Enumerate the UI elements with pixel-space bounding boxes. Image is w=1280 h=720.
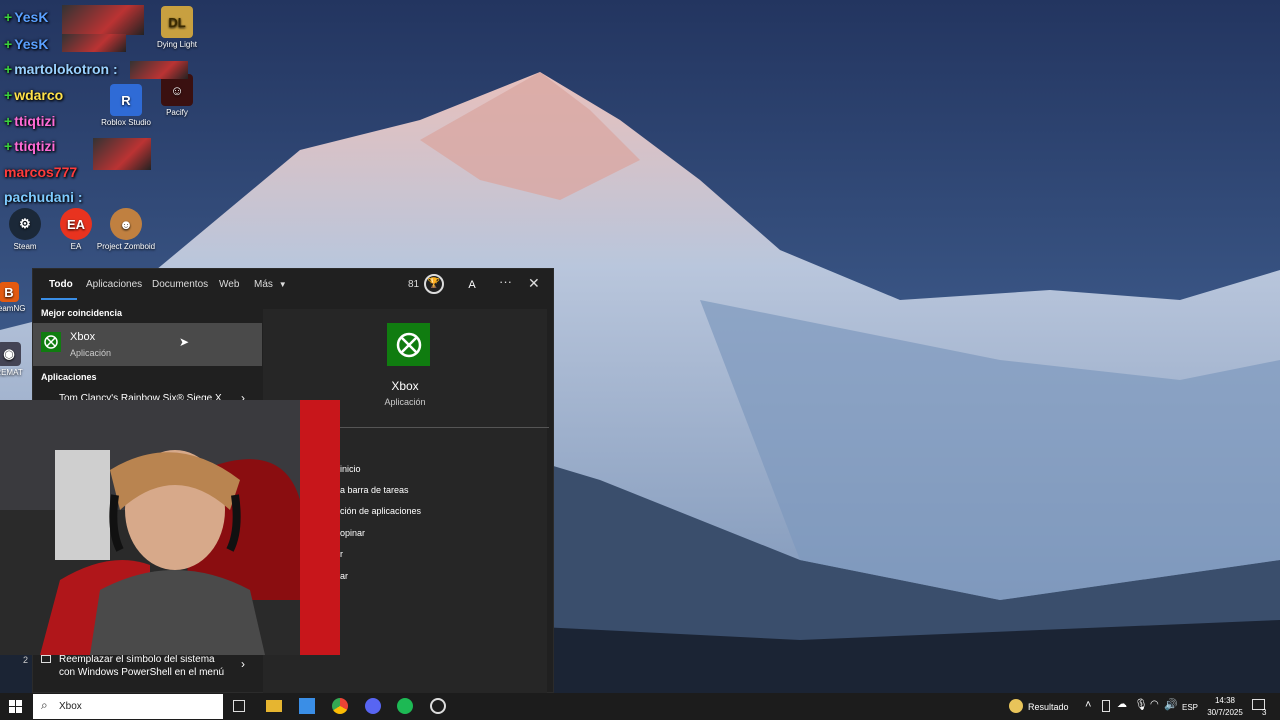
chat-message: + wdarco — [4, 87, 64, 103]
microphone-icon[interactable]: 🎙 — [1134, 698, 1148, 711]
action-app-settings[interactable]: ción de aplicaciones — [340, 506, 421, 516]
chat-message: pachudani : — [4, 189, 83, 205]
chat-emote-image — [93, 138, 151, 170]
result-powershell-setting[interactable]: 2 Reemplazar el símbolo del sistema con … — [23, 651, 262, 683]
search-icon: ⌕ — [41, 698, 48, 712]
chevron-down-icon: ▼ — [278, 280, 287, 289]
taskbar-search-box[interactable]: ⌕ Xbox — [33, 694, 223, 719]
desktop-icon-pacify[interactable]: ☺ Pacify — [147, 74, 207, 117]
ea-icon: EA — [60, 208, 92, 240]
tab-aplicaciones[interactable]: Aplicaciones — [86, 279, 142, 290]
taskbar-settings-icon — [41, 655, 51, 663]
account-avatar[interactable]: A — [461, 274, 483, 296]
tab-todo[interactable]: Todo — [49, 279, 73, 290]
chat-message: + YesK — [4, 9, 49, 25]
windows-start-icon[interactable] — [9, 700, 22, 713]
tab-documentos[interactable]: Documentos — [152, 279, 208, 290]
project-zomboid-icon: ☻ — [110, 208, 142, 240]
result-index: 2 — [23, 655, 29, 665]
desktop-icon-roblox-studio[interactable]: R Roblox Studio — [96, 84, 156, 127]
apps-heading: Aplicaciones — [41, 372, 97, 382]
chat-message: + ttiqtizi — [4, 113, 56, 129]
tray-chevron-up-icon[interactable]: ˄ — [1085, 699, 1091, 711]
file-explorer-icon[interactable] — [266, 700, 282, 712]
action-feedback[interactable]: opinar — [340, 528, 365, 538]
best-match-xbox[interactable]: Xbox Aplicación ➤ — [33, 323, 262, 366]
spotify-icon[interactable] — [397, 698, 413, 714]
tray-app-icon[interactable] — [1102, 700, 1110, 712]
detail-title: Xbox — [391, 379, 419, 393]
chat-message: + martolokotron : — [4, 61, 118, 77]
more-options-icon[interactable]: ··· — [499, 274, 512, 289]
tab-web[interactable]: Web — [219, 279, 239, 290]
search-input[interactable]: Xbox — [59, 701, 82, 712]
desktop-icon-remat[interactable]: ◉ REMAT — [0, 342, 32, 377]
volume-icon[interactable]: 🔊 — [1164, 698, 1178, 711]
desktop-icon-dying-light[interactable]: DL Dying Light — [147, 6, 207, 49]
mouse-cursor-icon: ➤ — [179, 335, 190, 349]
xbox-icon-large[interactable] — [387, 323, 430, 366]
clock-date[interactable]: 30/7/2025 — [1202, 708, 1248, 717]
chat-emote-image — [62, 34, 126, 52]
dying-light-icon: DL — [161, 6, 193, 38]
weather-label[interactable]: Resultado — [1028, 702, 1069, 712]
chat-message: marcos777 — [4, 164, 78, 180]
search-tabs: Todo Aplicaciones Documentos Web Más ▼ 8… — [33, 269, 555, 301]
rewards-trophy-icon[interactable]: 🏆 — [424, 274, 444, 294]
rewards-points: 81 — [408, 279, 420, 290]
best-match-subtitle: Aplicación — [70, 348, 112, 358]
obs-icon[interactable] — [430, 698, 446, 714]
discord-icon[interactable] — [365, 698, 381, 714]
best-match-title: Xbox — [70, 331, 96, 343]
desktop-icon-beamng[interactable]: B BeamNG — [0, 282, 32, 313]
beamng-icon: B — [0, 282, 19, 302]
language-indicator[interactable]: ESP — [1182, 703, 1198, 712]
roblox-studio-icon: R — [110, 84, 142, 116]
active-tab-indicator — [41, 298, 77, 300]
action-pin-taskbar[interactable]: a barra de tareas — [340, 485, 409, 495]
chevron-right-icon: › — [241, 657, 245, 671]
chrome-icon[interactable] — [332, 698, 348, 714]
action-pin-start[interactable]: inicio — [340, 464, 361, 474]
best-match-heading: Mejor coincidencia — [41, 308, 123, 318]
taskbar: ⌕ Xbox Resultado ˄ ☁ 🎙 ◠ 🔊 ESP 14:38 30/… — [0, 693, 1280, 720]
action-share[interactable]: r — [340, 549, 343, 559]
chat-emote-image — [130, 61, 188, 79]
chat-emote-image — [62, 5, 144, 35]
weather-icon[interactable] — [1009, 699, 1023, 713]
steam-icon: ⚙ — [9, 208, 41, 240]
action-uninstall[interactable]: ar — [340, 571, 348, 581]
xbox-icon — [41, 332, 61, 352]
cloud-icon[interactable]: ☁ — [1117, 699, 1127, 710]
chat-message: + ttiqtizi — [4, 138, 56, 154]
tab-mas[interactable]: Más ▼ — [254, 279, 287, 290]
desktop-icon-project-zomboid[interactable]: ☻ Project Zomboid — [96, 208, 156, 251]
clock-time[interactable]: 14:38 — [1202, 696, 1248, 705]
chat-message: + YesK — [4, 36, 49, 52]
task-view-icon[interactable] — [233, 700, 245, 712]
webcam-overlay — [0, 400, 340, 655]
microsoft-store-icon[interactable] — [299, 698, 315, 714]
close-icon[interactable]: ✕ — [528, 275, 540, 292]
notification-count: 3 — [1262, 708, 1267, 717]
remat-icon: ◉ — [0, 342, 21, 366]
wifi-icon[interactable]: ◠ — [1150, 699, 1159, 710]
